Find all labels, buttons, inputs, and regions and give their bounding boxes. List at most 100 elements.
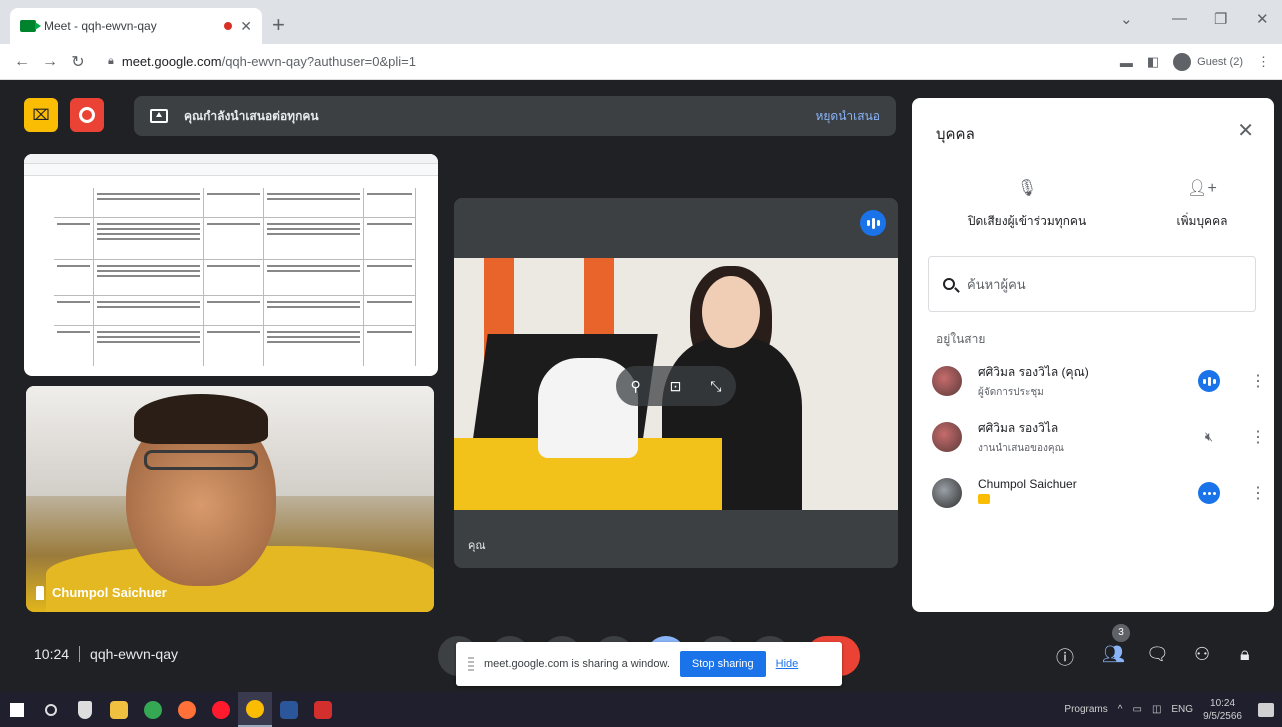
search-icon[interactable] [34,692,68,727]
pin-icon[interactable] [36,585,44,600]
tab-close-icon[interactable]: ✕ [240,18,252,35]
drag-handle-icon[interactable] [468,657,474,671]
video-figure-glasses [144,450,258,470]
tray-overflow-icon[interactable]: ^ [1118,704,1123,715]
self-video-tile[interactable]: ⚲ ⊡ ⤡ คุณ [454,198,898,568]
activities-icon[interactable]: ⚇ [1194,644,1210,665]
camera-off-indicator-icon[interactable]: ⌧ [24,98,58,132]
shared-screen-tile[interactable] [24,154,438,376]
chrome-active-icon[interactable] [238,692,272,727]
add-person-icon: 👤︎+ [1187,180,1217,197]
tile-layout-icon[interactable]: ⊡ [670,378,682,395]
mute-all-label: ปิดเสียงผู้เข้าร่วมทุกคน [967,214,1087,228]
chat-icon[interactable]: 🗨︎ [1146,644,1169,665]
people-count-badge: 3 [1112,624,1130,642]
speaking-indicator-icon [1198,370,1220,392]
meet-favicon-icon [20,20,41,32]
self-video-feed: ⚲ ⊡ ⤡ [454,258,898,510]
in-call-section-label: อยู่ในสาย [936,332,986,346]
minimize-button[interactable]: — [1172,10,1187,27]
back-button[interactable]: ← [8,53,36,71]
programs-label[interactable]: Programs [1064,704,1107,715]
stop-sharing-button[interactable]: Stop sharing [679,651,766,677]
close-window-button[interactable]: ✕ [1256,10,1269,28]
recording-button[interactable] [70,98,104,132]
tile-hover-controls: ⚲ ⊡ ⤡ [616,366,736,406]
taskbar-clock[interactable]: 10:24 9/5/2566 [1203,697,1242,723]
lock-icon: 🔒︎ [108,55,114,67]
self-tile-label: คุณ [468,540,486,552]
doc-table [54,188,416,368]
start-button[interactable] [0,692,34,727]
stop-presenting-button[interactable]: หยุดนำเสนอ [815,107,880,126]
more-options-icon[interactable]: ⋮ [1250,371,1266,391]
network-icon[interactable]: ◫ [1152,704,1161,715]
file-explorer-icon[interactable] [102,692,136,727]
language-indicator[interactable]: ENG [1171,704,1193,715]
tab-title: Meet - qqh-ewvn-qay [44,19,157,33]
chrome-icon[interactable] [136,692,170,727]
hide-link[interactable]: Hide [776,658,799,670]
divider [79,646,81,662]
people-panel: บุคคล ✕ 🎙︎ ปิดเสียงผู้เข้าร่วมทุกคน 👤︎+ … [912,98,1274,612]
add-people-button[interactable]: 👤︎+ เพิ่มบุคคล [1152,178,1252,231]
restore-button[interactable]: ❐ [1214,10,1227,28]
speaking-indicator-icon [860,210,886,236]
participant-row-name: ศศิวิมล รองวิไล [978,420,1059,435]
minimize-tile-icon[interactable]: ⤡ [710,378,721,395]
system-tray: Programs ^ ▭ ◫ ENG 10:24 9/5/2566 [1064,692,1282,727]
participant-row[interactable]: Chumpol Saichuer ⋮ [932,468,1266,518]
presenting-banner: คุณกำลังนำเสนอต่อทุกคน หยุดนำเสนอ [134,96,896,136]
reload-button[interactable]: ↻ [64,52,92,72]
browser-tab[interactable]: Meet - qqh-ewvn-qay ✕ [10,8,262,44]
profile-label: Guest (2) [1197,56,1243,68]
doc-toolbar [24,164,438,176]
people-search-input[interactable]: ค้นหาผู้คน [928,256,1256,312]
battery-icon[interactable]: ▭ [1132,704,1141,715]
browser-menu-icon[interactable]: ⋮ [1257,54,1270,70]
host-controls-icon[interactable]: 🔒︎ [1240,644,1250,665]
record-icon [79,107,95,123]
participant-row[interactable]: ศศิวิมล รองวิไล งานนำเสนอของคุณ 🔇︎ ⋮ [932,412,1266,462]
url-path: /qqh-ewvn-qay?authuser=0&pli=1 [221,54,417,69]
side-panel-icon[interactable]: ◧ [1147,54,1159,70]
people-panel-title: บุคคล [936,126,975,143]
search-placeholder: ค้นหาผู้คน [967,276,1026,292]
word-icon[interactable] [272,692,306,727]
notification-center-icon[interactable] [1258,702,1274,717]
shield-icon[interactable] [68,692,102,727]
url-host: meet.google.com [121,54,222,69]
screen-sharing-bar: meet.google.com is sharing a window. Sto… [456,642,842,686]
camera-in-use-icon[interactable]: ▬ [1120,55,1133,70]
firefox-icon[interactable] [170,692,204,727]
people-icon[interactable]: 👥︎ [1102,644,1125,665]
browser-toolbar: ← → ↻ 🔒︎ meet.google.com/qqh-ewvn-qay?au… [0,44,1282,80]
opera-icon[interactable] [204,692,238,727]
browser-tab-strip: Meet - qqh-ewvn-qay ✕ + ⌄ — ❐ ✕ [0,0,1282,44]
close-panel-icon[interactable]: ✕ [1237,118,1254,143]
recording-dot-icon [224,22,233,30]
participant-row[interactable]: ศศิวิมล รองวิไล (คุณ) ผู้จัดการประชุม ⋮ [932,356,1266,406]
acrobat-icon[interactable] [306,692,340,727]
participant-row-role: ผู้จัดการประชุม [978,386,1044,398]
participant-name-tag: Chumpol Saichuer [36,585,167,600]
audio-activity-icon [1198,482,1220,504]
more-options-icon[interactable]: ⋮ [1250,427,1266,447]
profile-button[interactable]: Guest (2) [1173,53,1243,71]
meeting-info-icon[interactable]: ⓘ [1056,644,1074,670]
participant-row-role: งานนำเสนอของคุณ [978,442,1064,454]
tab-search-icon[interactable]: ⌄ [1120,10,1133,28]
participant-tile-chumpol[interactable]: Chumpol Saichuer [26,386,434,612]
pin-icon[interactable]: ⚲ [630,378,640,395]
avatar [932,422,962,452]
forward-button[interactable]: → [36,53,64,71]
mute-all-button[interactable]: 🎙︎ ปิดเสียงผู้เข้าร่วมทุกคน [952,178,1102,231]
address-bar[interactable]: 🔒︎ meet.google.com/qqh-ewvn-qay?authuser… [98,48,1028,76]
participant-row-name: ศศิวิมล รองวิไล (คุณ) [978,364,1089,379]
more-options-icon[interactable]: ⋮ [1250,483,1266,503]
mic-muted-icon: 🔇︎ [1204,429,1214,444]
hand-badge-icon [978,494,990,504]
new-tab-button[interactable]: + [272,12,285,38]
sharing-message: meet.google.com is sharing a window. [484,658,670,670]
meeting-time: 10:24 [34,646,70,662]
